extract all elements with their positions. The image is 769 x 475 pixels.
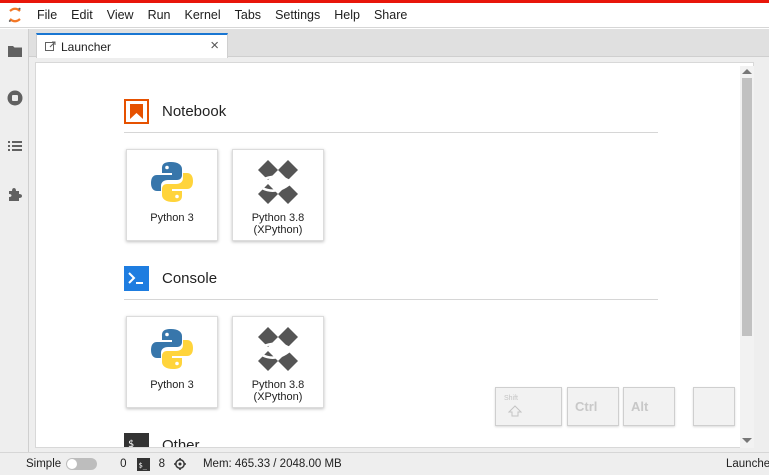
alt-key-label: Alt — [631, 399, 649, 414]
stop-circle-icon[interactable] — [6, 89, 24, 107]
puzzle-icon[interactable] — [6, 185, 24, 203]
simple-mode-toggle[interactable] — [66, 458, 98, 470]
memory-usage: Mem: 465.33 / 2048.00 MB — [202, 458, 342, 470]
scroll-up-arrow-icon[interactable] — [742, 69, 752, 74]
python-logo-icon — [148, 158, 196, 206]
current-activity-label: Launcher — [726, 458, 769, 470]
console-section-title: Console — [162, 270, 218, 287]
extra-key[interactable] — [693, 387, 735, 426]
xpython-logo-icon — [254, 158, 302, 206]
menu-settings[interactable]: Settings — [268, 3, 327, 28]
menu-edit[interactable]: Edit — [64, 3, 100, 28]
svg-text:$_: $_ — [128, 439, 141, 448]
console-card-xpython[interactable]: Python 3.8 (XPython) — [232, 316, 324, 408]
scroll-thumb[interactable] — [742, 78, 752, 336]
list-icon[interactable] — [6, 137, 24, 155]
section-divider — [124, 132, 658, 133]
notebook-card-python3[interactable]: Python 3 — [126, 149, 218, 241]
menu-tabs[interactable]: Tabs — [228, 3, 268, 28]
svg-text:$_: $_ — [138, 461, 147, 469]
simple-mode-label: Simple — [26, 458, 62, 470]
notebook-section-header: Notebook — [124, 99, 226, 124]
vertical-scrollbar[interactable] — [740, 66, 754, 448]
folder-icon[interactable] — [6, 42, 24, 60]
card-label: Python 3 — [150, 212, 194, 224]
menu-bar: File Edit View Run Kernel Tabs Settings … — [0, 3, 769, 28]
tab-launcher[interactable]: Launcher × — [36, 33, 228, 58]
terminal-count[interactable]: 0 — [120, 458, 126, 470]
xpython-logo-icon — [254, 325, 302, 373]
shift-arrow-icon — [508, 405, 522, 417]
menu-help[interactable]: Help — [327, 3, 367, 28]
ctrl-key-label: Ctrl — [575, 399, 598, 414]
shift-key-label: Shift — [504, 395, 519, 402]
scroll-down-arrow-icon[interactable] — [742, 438, 752, 443]
left-sidebar — [0, 29, 29, 452]
console-card-python3[interactable]: Python 3 — [126, 316, 218, 408]
status-bar: Simple 0 $_ 8 Mem: 465.33 / 2048.00 MB L… — [0, 452, 769, 475]
other-section-header: $_ Other — [124, 433, 200, 448]
menu-view[interactable]: View — [100, 3, 141, 28]
menu-share[interactable]: Share — [367, 3, 414, 28]
notebook-card-xpython[interactable]: Python 3.8 (XPython) — [232, 149, 324, 241]
menu-run[interactable]: Run — [141, 3, 178, 28]
alt-key[interactable]: Alt — [623, 387, 675, 426]
terminal-icon: $_ — [124, 433, 149, 448]
tab-bar: Launcher × — [29, 29, 769, 58]
close-icon[interactable]: × — [210, 38, 219, 53]
launcher-tab-icon — [45, 41, 56, 51]
tab-label: Launcher — [61, 39, 112, 54]
console-section-header: Console — [124, 266, 217, 291]
card-label: Python 3.8 (XPython) — [251, 212, 305, 236]
notebook-section-title: Notebook — [162, 103, 227, 120]
ctrl-key[interactable]: Ctrl — [567, 387, 619, 426]
notebook-icon — [124, 99, 149, 124]
jupyter-logo-icon[interactable] — [0, 3, 30, 28]
section-divider — [124, 299, 658, 300]
kernel-gear-icon[interactable] — [173, 458, 186, 470]
menu-kernel[interactable]: Kernel — [178, 3, 228, 28]
menu-file[interactable]: File — [30, 3, 64, 28]
console-icon — [124, 266, 149, 291]
card-label: Python 3.8 (XPython) — [251, 379, 305, 403]
python-logo-icon — [148, 325, 196, 373]
shift-key[interactable]: Shift — [495, 387, 562, 426]
kernel-count[interactable]: 8 — [159, 458, 165, 470]
card-label: Python 3 — [150, 379, 194, 391]
other-section-title: Other — [162, 437, 200, 448]
terminal-status-icon[interactable]: $_ — [136, 457, 150, 471]
